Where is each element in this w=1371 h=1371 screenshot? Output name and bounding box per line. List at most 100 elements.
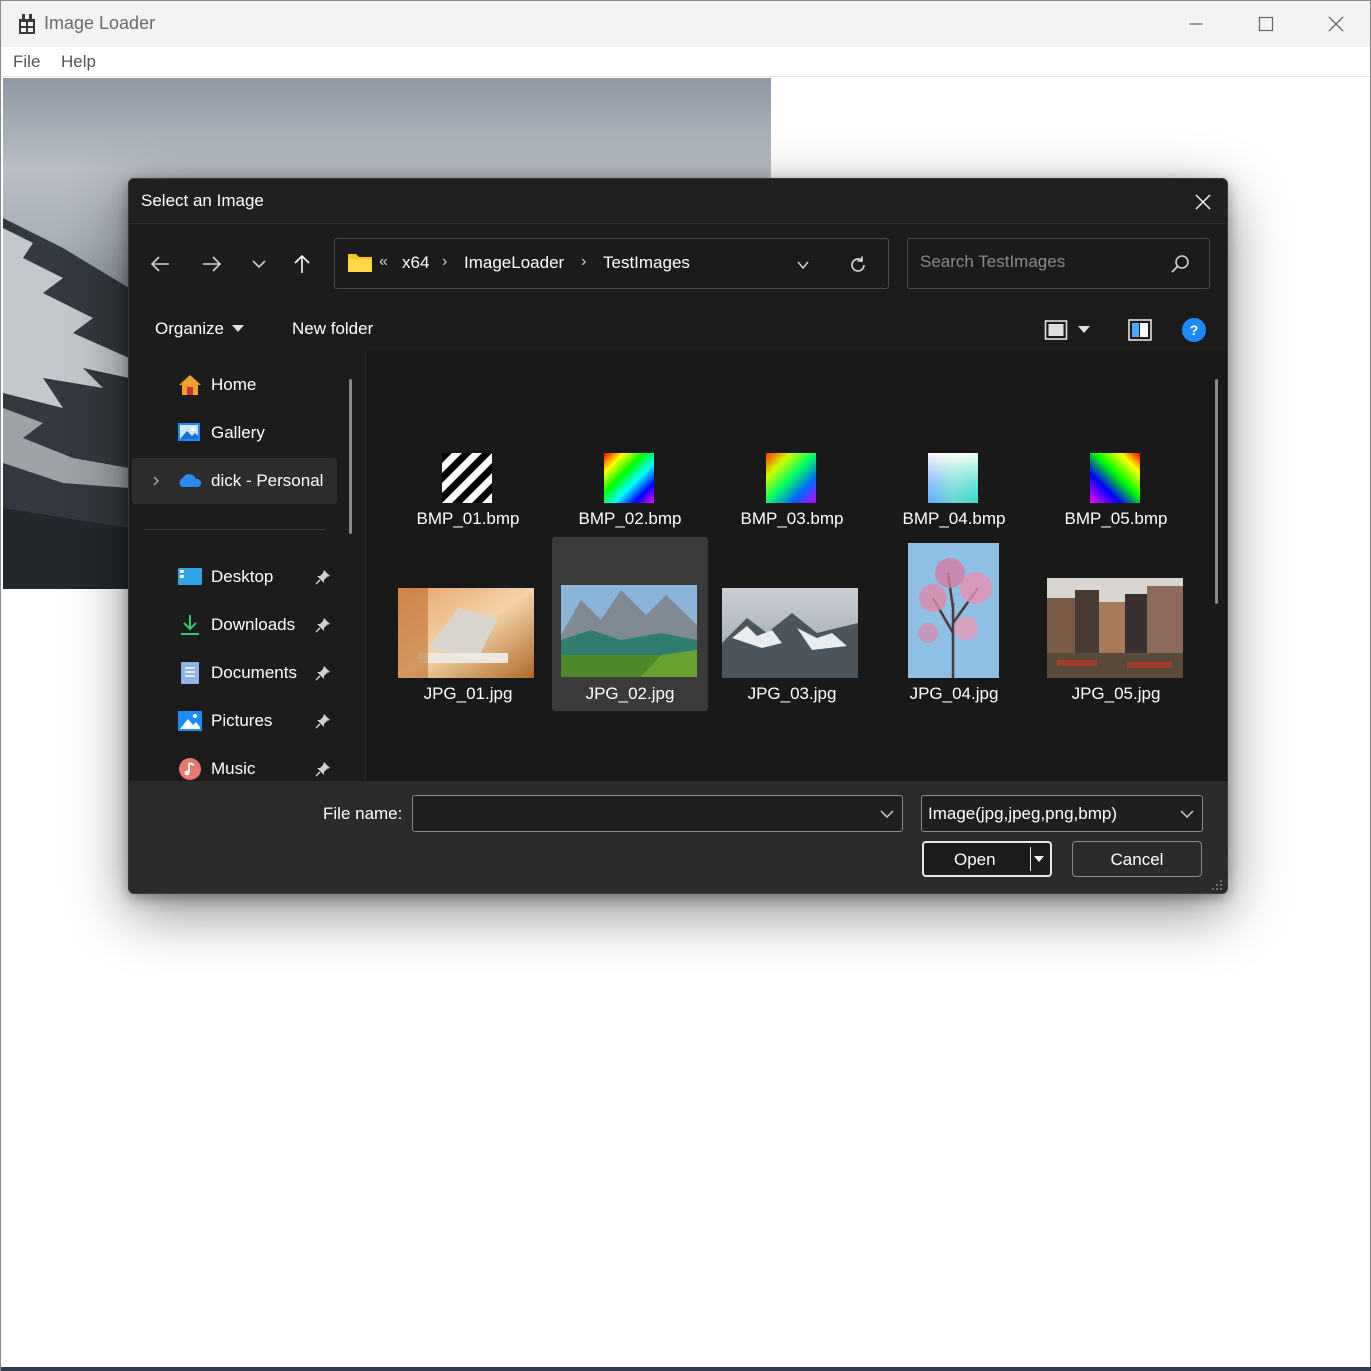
view-icon <box>1044 320 1068 340</box>
pin-icon[interactable] <box>315 569 331 585</box>
maximize-icon <box>1258 16 1274 32</box>
breadcrumb-separator: › <box>442 253 448 270</box>
window-close-button[interactable] <box>1301 1 1371 47</box>
menu-help[interactable]: Help <box>61 52 96 72</box>
nav-item-label: Desktop <box>211 567 274 586</box>
file-name: JPG_04.jpg <box>909 684 999 703</box>
maximize-button[interactable] <box>1231 1 1301 47</box>
nav-item-gallery[interactable]: Gallery <box>129 410 339 456</box>
caret-down-icon <box>1078 326 1090 333</box>
view-options-button[interactable] <box>1044 317 1104 343</box>
nav-item-label: Pictures <box>211 711 273 730</box>
breadcrumb-imageloader[interactable]: ImageLoader <box>464 253 564 273</box>
chevron-down-icon <box>1180 810 1194 819</box>
nav-item-home[interactable]: Home <box>129 362 339 408</box>
chevron-down-icon[interactable] <box>878 805 896 823</box>
pin-icon[interactable] <box>315 713 331 729</box>
preview-pane-icon[interactable] <box>1127 317 1153 343</box>
dialog-title: Select an Image <box>141 191 264 210</box>
nav-item-downloads[interactable]: Downloads <box>129 602 339 648</box>
nav-item-label: Music <box>211 759 256 778</box>
open-button[interactable]: Open <box>922 841 1052 877</box>
search-input[interactable] <box>920 252 1160 272</box>
refresh-button[interactable] <box>843 251 873 279</box>
file-list-scrollbar[interactable] <box>1215 379 1218 604</box>
file-name-combobox[interactable] <box>412 795 903 832</box>
navigation-pane: Home Gallery dick - Personal Desktop Dow… <box>129 351 366 781</box>
file-item-selected[interactable]: JPG_02.jpg <box>552 537 708 711</box>
organize-button[interactable]: Organize <box>155 319 244 339</box>
breadcrumb-overflow[interactable]: « <box>379 253 388 271</box>
chevron-right-icon[interactable] <box>150 475 162 487</box>
open-button-label: Open <box>954 850 996 869</box>
nav-item-onedrive[interactable]: dick - Personal <box>132 458 337 504</box>
file-item[interactable]: JPG_05.jpg <box>1038 537 1194 707</box>
file-type-label: Image(jpg,jpeg,png,bmp) <box>928 804 1118 823</box>
breadcrumb-x64[interactable]: x64 <box>402 253 429 273</box>
new-folder-button[interactable]: New folder <box>292 319 373 339</box>
command-bar: Organize New folder ? <box>129 309 1227 351</box>
home-icon <box>179 375 201 395</box>
recent-locations-button[interactable] <box>241 246 277 282</box>
file-item[interactable]: JPG_04.jpg <box>876 537 1032 707</box>
app-title: Image Loader <box>44 13 156 33</box>
menu-file[interactable]: File <box>13 52 40 72</box>
nav-divider <box>144 529 326 530</box>
app-icon <box>19 14 35 34</box>
onedrive-cloud-icon <box>179 474 202 487</box>
nav-item-documents[interactable]: Documents <box>129 650 339 696</box>
file-name: JPG_05.jpg <box>1071 684 1161 703</box>
cancel-button[interactable]: Cancel <box>1072 841 1202 877</box>
nav-scrollbar[interactable] <box>349 379 352 534</box>
file-name: JPG_01.jpg <box>423 684 513 703</box>
caret-down-icon[interactable] <box>1032 852 1046 866</box>
gallery-icon <box>178 423 200 441</box>
jpg-thumbnail <box>561 585 697 677</box>
nav-item-label: Downloads <box>211 615 296 634</box>
close-icon <box>1328 16 1344 32</box>
close-icon <box>1195 194 1211 209</box>
breadcrumb-testimages[interactable]: TestImages <box>603 253 690 273</box>
dialog-close-button[interactable] <box>1179 179 1227 224</box>
nav-item-pictures[interactable]: Pictures <box>129 698 339 744</box>
address-bar[interactable]: « x64 › ImageLoader › TestImages <box>334 238 889 289</box>
navigation-row: « x64 › ImageLoader › TestImages <box>129 224 1227 309</box>
app-titlebar: Image Loader <box>1 1 1370 47</box>
file-name-input[interactable] <box>421 803 861 823</box>
file-name-label: File name: <box>323 804 403 823</box>
back-button[interactable] <box>142 246 178 282</box>
pin-icon[interactable] <box>315 761 331 777</box>
breadcrumb-separator: › <box>581 253 587 270</box>
split-divider <box>1030 847 1031 871</box>
file-item[interactable]: JPG_03.jpg <box>714 537 870 707</box>
music-icon <box>179 758 201 780</box>
search-icon <box>1171 255 1189 273</box>
nav-item-label: Gallery <box>211 423 265 442</box>
up-button[interactable] <box>284 246 320 282</box>
address-dropdown-button[interactable] <box>790 252 816 278</box>
refresh-icon <box>851 256 865 272</box>
documents-icon <box>181 662 199 684</box>
arrow-up-icon <box>294 254 310 273</box>
minimize-icon <box>1189 23 1203 25</box>
folder-icon <box>348 254 372 272</box>
file-type-select[interactable]: Image(jpg,jpeg,png,bmp) <box>921 795 1203 832</box>
file-item[interactable]: JPG_01.jpg <box>390 537 546 707</box>
nav-item-desktop[interactable]: Desktop <box>129 554 339 600</box>
minimize-button[interactable] <box>1161 1 1231 47</box>
help-icon[interactable]: ? <box>1181 317 1207 343</box>
arrow-right-icon <box>203 256 222 272</box>
jpg-thumbnail <box>1047 578 1183 678</box>
pin-icon[interactable] <box>315 617 331 633</box>
caret-down-icon <box>231 325 244 332</box>
pictures-icon <box>178 711 202 731</box>
chevron-down-icon <box>252 260 266 269</box>
forward-button[interactable] <box>194 246 230 282</box>
search-box[interactable] <box>907 238 1210 289</box>
arrow-left-icon <box>150 256 169 272</box>
menubar: File Help <box>1 47 1370 77</box>
jpg-thumbnail <box>398 588 534 678</box>
nav-item-label: Home <box>211 375 257 394</box>
resize-grip-icon[interactable] <box>1211 879 1223 891</box>
pin-icon[interactable] <box>315 665 331 681</box>
